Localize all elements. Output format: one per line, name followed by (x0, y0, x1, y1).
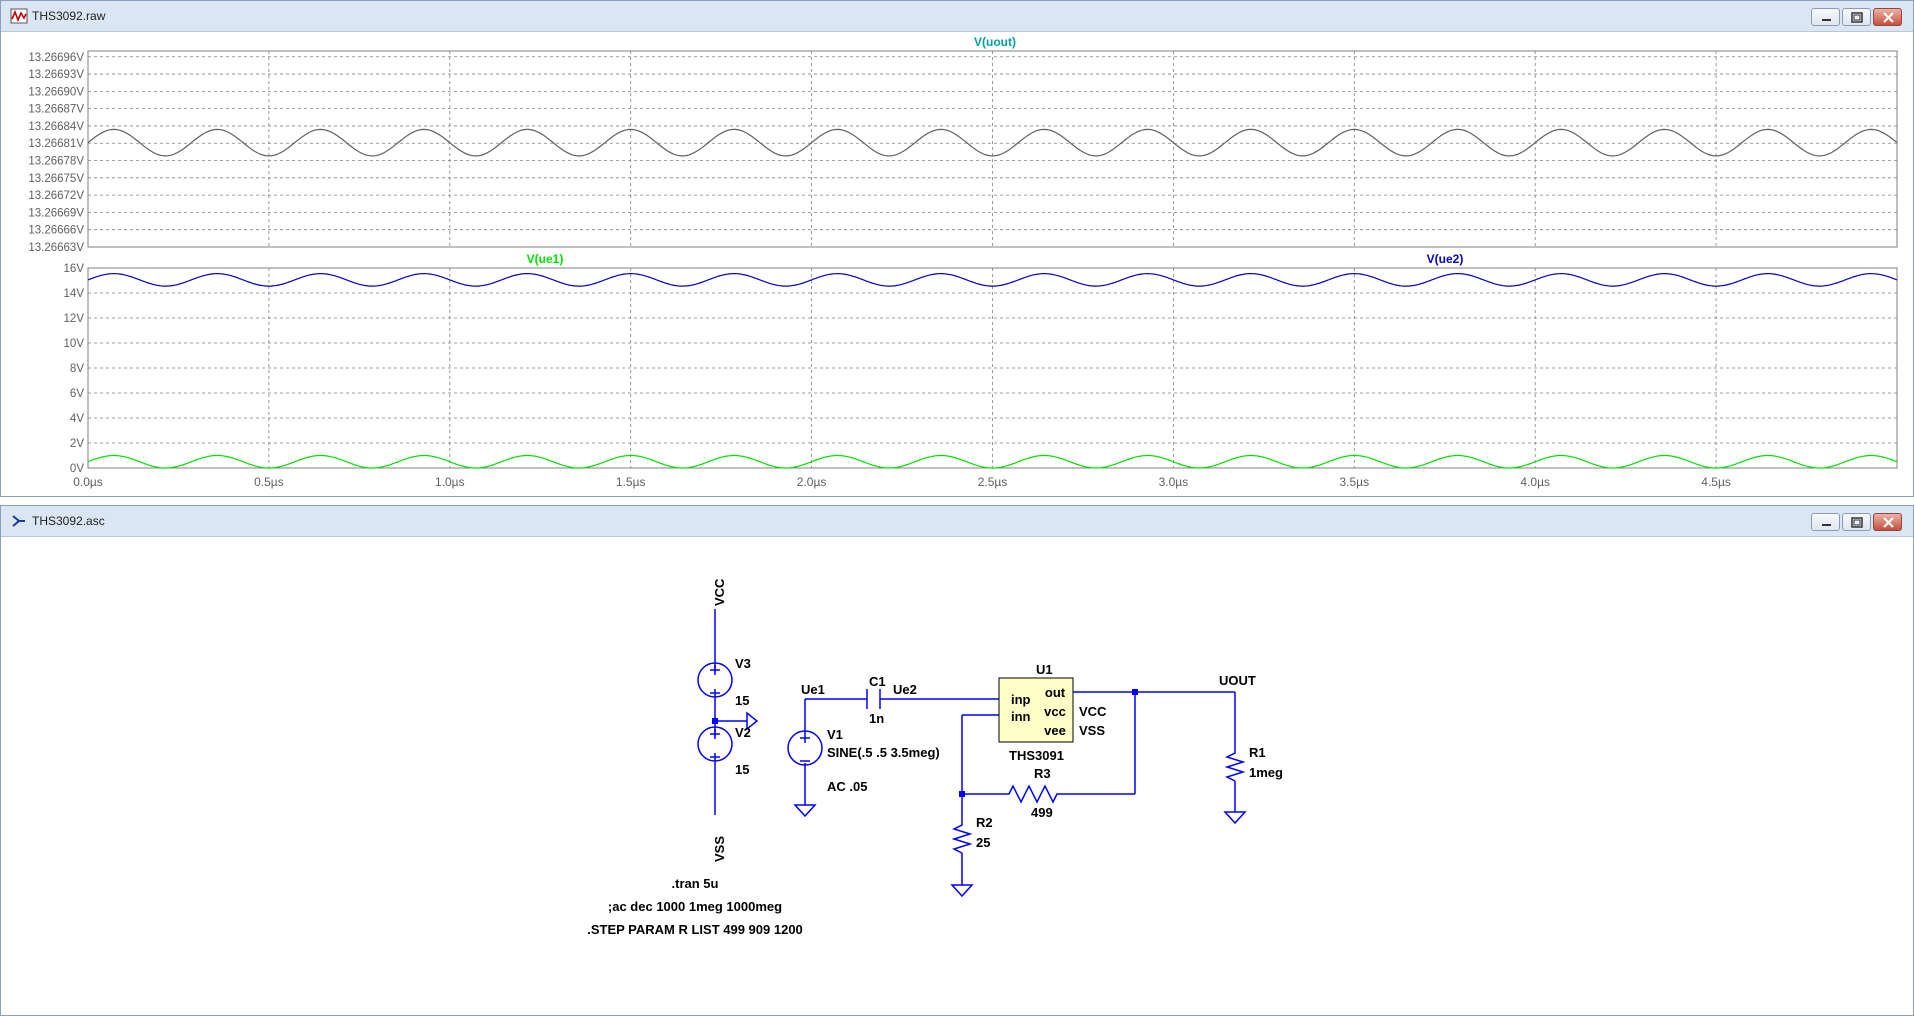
y-tick-label: 16V (64, 263, 85, 275)
label-c1: C1 (869, 674, 886, 689)
schematic-canvas[interactable]: VCC VSS V3 15 V2 15 Ue1 C1 1n Ue2 V1 SIN… (9, 537, 1905, 1015)
maximize-button[interactable] (1842, 513, 1871, 531)
label-net-vss: VSS (1079, 723, 1105, 738)
schematic-titlebar[interactable]: THS3092.asc (1, 506, 1913, 537)
ground-icon (950, 884, 974, 898)
x-tick-label: 2.0µs (797, 475, 827, 489)
trace-label-vue2: V(ue2) (1427, 252, 1464, 266)
y-tick-label: 8V (70, 363, 84, 375)
resistor-r1[interactable] (1224, 749, 1246, 782)
trace-label-vuout: V(uout) (974, 35, 1016, 49)
label-pin-vee: vee (1044, 723, 1066, 738)
ground-icon (1223, 811, 1247, 825)
resistor-r3[interactable] (1001, 784, 1061, 804)
waveform-titlebar[interactable]: THS3092.raw (1, 1, 1913, 32)
label-vss: VSS (712, 836, 727, 862)
schematic-app-icon (12, 515, 25, 527)
capacitor-c1[interactable] (866, 689, 881, 709)
label-pin-inn: inn (1011, 709, 1031, 724)
y-tick-label: 13.26687V (28, 104, 84, 116)
x-tick-label: 3.0µs (1159, 475, 1189, 489)
label-r3-value: 499 (1031, 805, 1053, 820)
y-tick-label: 10V (64, 338, 85, 350)
label-v1: V1 (827, 727, 843, 742)
junction-dot (1132, 689, 1138, 695)
y-tick-label: 13.26666V (28, 225, 84, 237)
spice-directive-tran[interactable]: .tran 5u (672, 876, 719, 891)
schematic-window[interactable]: THS3092.asc VCC VSS V3 15 V2 15 Ue1 C1 1… (0, 505, 1914, 1016)
schematic-drawing[interactable]: VCC VSS V3 15 V2 15 Ue1 C1 1n Ue2 V1 SIN… (9, 537, 1907, 1016)
y-tick-label: 0V (70, 463, 84, 475)
label-vcc: VCC (712, 578, 727, 606)
y-tick-label: 13.26690V (28, 86, 84, 98)
y-tick-label: 4V (70, 413, 84, 425)
label-v1-ac: AC .05 (827, 779, 867, 794)
schematic-window-title: THS3092.asc (32, 514, 105, 528)
x-tick-label: 4.0µs (1520, 475, 1550, 489)
spice-directive-ac[interactable]: ;ac dec 1000 1meg 1000meg (608, 899, 782, 914)
label-v3-value: 15 (735, 693, 749, 708)
voltage-source-v1[interactable] (787, 730, 823, 766)
y-tick-label: 13.26696V (28, 52, 84, 64)
y-tick-label: 6V (70, 388, 84, 400)
x-tick-label: 1.5µs (616, 475, 646, 489)
minimize-button[interactable] (1811, 8, 1840, 26)
waveform-app-icon (10, 8, 28, 24)
close-button[interactable] (1873, 8, 1902, 26)
label-r2: R2 (976, 815, 993, 830)
y-tick-label: 13.26684V (28, 121, 84, 133)
waveform-plots[interactable]: 13.26696V 13.26693V 13.26690V 13.26687V 13.2… (9, 32, 1907, 497)
y-tick-label: 13.26693V (28, 69, 84, 81)
junction-dot (712, 718, 718, 724)
trace-label-vue1: V(ue1) (527, 252, 564, 266)
label-c1-value: 1n (869, 711, 884, 726)
x-tick-label: 2.5µs (978, 475, 1008, 489)
y-tick-label: 13.26672V (28, 190, 84, 202)
label-pin-vcc: vcc (1044, 704, 1066, 719)
waveform-window-title: THS3092.raw (32, 9, 106, 23)
label-ue2: Ue2 (893, 682, 917, 697)
label-r1-value: 1meg (1249, 765, 1283, 780)
label-uout: UOUT (1219, 673, 1256, 688)
waveform-window[interactable]: THS3092.raw 13.26696V 13.26693V 13.26690V 1… (0, 0, 1914, 497)
y-tick-label: 13.26681V (28, 138, 84, 150)
x-tick-label: 1.0µs (435, 475, 465, 489)
x-tick-label: 4.5µs (1701, 475, 1731, 489)
label-v3: V3 (735, 656, 751, 671)
ground-icon (793, 804, 817, 818)
x-tick-label: 0.5µs (254, 475, 284, 489)
label-v2: V2 (735, 725, 751, 740)
label-r1: R1 (1249, 745, 1266, 760)
y-tick-label: 2V (70, 438, 84, 450)
label-pin-out: out (1045, 685, 1066, 700)
label-pin-inp: inp (1011, 692, 1031, 707)
close-button[interactable] (1873, 513, 1902, 531)
y-tick-label: 13.26663V (28, 242, 84, 254)
y-tick-label: 13.26675V (28, 173, 84, 185)
resistor-r2[interactable] (951, 821, 973, 854)
y-tick-label: 14V (64, 288, 85, 300)
label-net-vcc: VCC (1079, 704, 1107, 719)
y-tick-label: 13.26669V (28, 207, 84, 219)
spice-directive-step[interactable]: .STEP PARAM R LIST 499 909 1200 (587, 922, 803, 937)
label-v2-value: 15 (735, 762, 749, 777)
label-u1: U1 (1036, 662, 1053, 677)
x-tick-label: 0.0µs (73, 475, 103, 489)
minimize-button[interactable] (1811, 513, 1840, 531)
x-tick-label: 3.5µs (1339, 475, 1369, 489)
label-r2-value: 25 (976, 835, 990, 850)
y-tick-label: 13.26678V (28, 156, 84, 168)
label-u1-model: THS3091 (1009, 748, 1064, 763)
label-r3: R3 (1034, 766, 1051, 781)
label-v1-value: SINE(.5 .5 3.5meg) (827, 745, 940, 760)
y-tick-label: 12V (64, 313, 85, 325)
maximize-button[interactable] (1842, 8, 1871, 26)
junction-dot (959, 791, 965, 797)
label-ue1: Ue1 (801, 682, 825, 697)
waveform-area[interactable]: 13.26696V 13.26693V 13.26690V 13.26687V 13.2… (9, 32, 1905, 496)
